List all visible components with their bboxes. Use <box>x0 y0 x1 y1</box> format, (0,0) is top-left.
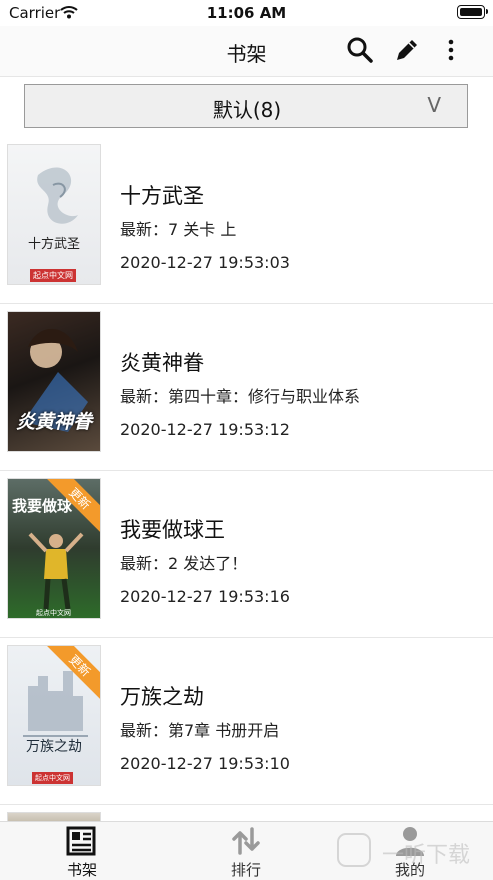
shelf-group-label: 默认(8) <box>212 98 282 122</box>
status-time: 11:06 AM <box>206 4 287 22</box>
sort-arrows-icon <box>232 827 260 855</box>
book-updated-time: 2020-12-27 19:53:12 <box>120 420 290 439</box>
tab-ranking[interactable]: 排行 <box>186 822 306 880</box>
cover-title: 我要做球 <box>12 497 73 515</box>
tab-label: 排行 <box>230 861 261 879</box>
watermark-text: 一听下载 <box>382 843 471 868</box>
book-cover: 万族之劫 更新 起点中文网 <box>7 645 101 786</box>
watermark: 一听下载 <box>336 832 486 872</box>
book-updated-time: 2020-12-27 19:53:03 <box>120 253 290 272</box>
book-row[interactable]: 我要做球 更新 起点中文网 我要做球王 最新：2 发达了！ 2020-12-27… <box>0 471 493 638</box>
tab-bookshelf[interactable]: 书架 <box>22 822 142 880</box>
book-cover: 我要做球 更新 起点中文网 <box>7 478 101 619</box>
publisher-label: 起点中文网 <box>32 772 73 784</box>
book-cover: 十方武圣 起点中文网 <box>7 144 101 285</box>
book-latest-chapter: 最新：2 发达了！ <box>120 554 248 573</box>
watermark-logo-icon <box>337 833 371 867</box>
book-row[interactable]: 万族之劫 更新 起点中文网 万族之劫 最新：第7章 书册开启 2020-12-2… <box>0 638 493 805</box>
chevron-down-icon: V <box>427 93 441 117</box>
book-latest-chapter: 最新：7 关卡 上 <box>120 220 237 239</box>
tab-label: 书架 <box>66 861 97 879</box>
cover-title: 万族之劫 <box>26 739 82 755</box>
book-title: 我要做球王 <box>120 518 225 542</box>
publisher-label: 起点中文网 <box>36 609 71 617</box>
book-latest-chapter: 最新：第四十章：修行与职业体系 <box>120 387 361 406</box>
book-title: 十方武圣 <box>120 184 204 208</box>
cover-title: 十方武圣 <box>27 237 80 252</box>
tab-bar: 书架 排行 我的 一听下载 <box>0 821 493 880</box>
book-row[interactable]: 炎黄神眷 炎黄神眷 最新：第四十章：修行与职业体系 2020-12-27 19:… <box>0 304 493 471</box>
bookshelf-icon <box>66 826 96 856</box>
search-icon[interactable] <box>346 36 374 64</box>
edit-pencil-icon[interactable] <box>393 36 421 64</box>
status-bar: Carrier 11:06 AM <box>0 0 493 26</box>
book-title: 炎黄神眷 <box>120 351 204 375</box>
shelf-group-dropdown[interactable]: 默认(8) V <box>24 84 468 128</box>
dragon-illustration <box>37 167 78 224</box>
book-updated-time: 2020-12-27 19:53:16 <box>120 587 290 606</box>
battery-icon <box>457 5 488 19</box>
book-cover: 炎黄神眷 <box>7 311 101 452</box>
book-title: 万族之劫 <box>120 685 204 709</box>
book-latest-chapter: 最新：第7章 书册开启 <box>120 721 280 740</box>
nav-bar: 书架 <box>0 26 493 77</box>
cover-title: 炎黄神眷 <box>15 411 92 433</box>
publisher-label: 起点中文网 <box>30 269 76 282</box>
book-updated-time: 2020-12-27 19:53:10 <box>120 754 290 773</box>
book-row[interactable]: 十方武圣 起点中文网 十方武圣 最新：7 关卡 上 2020-12-27 19:… <box>0 137 493 304</box>
more-vertical-icon[interactable] <box>441 36 461 64</box>
